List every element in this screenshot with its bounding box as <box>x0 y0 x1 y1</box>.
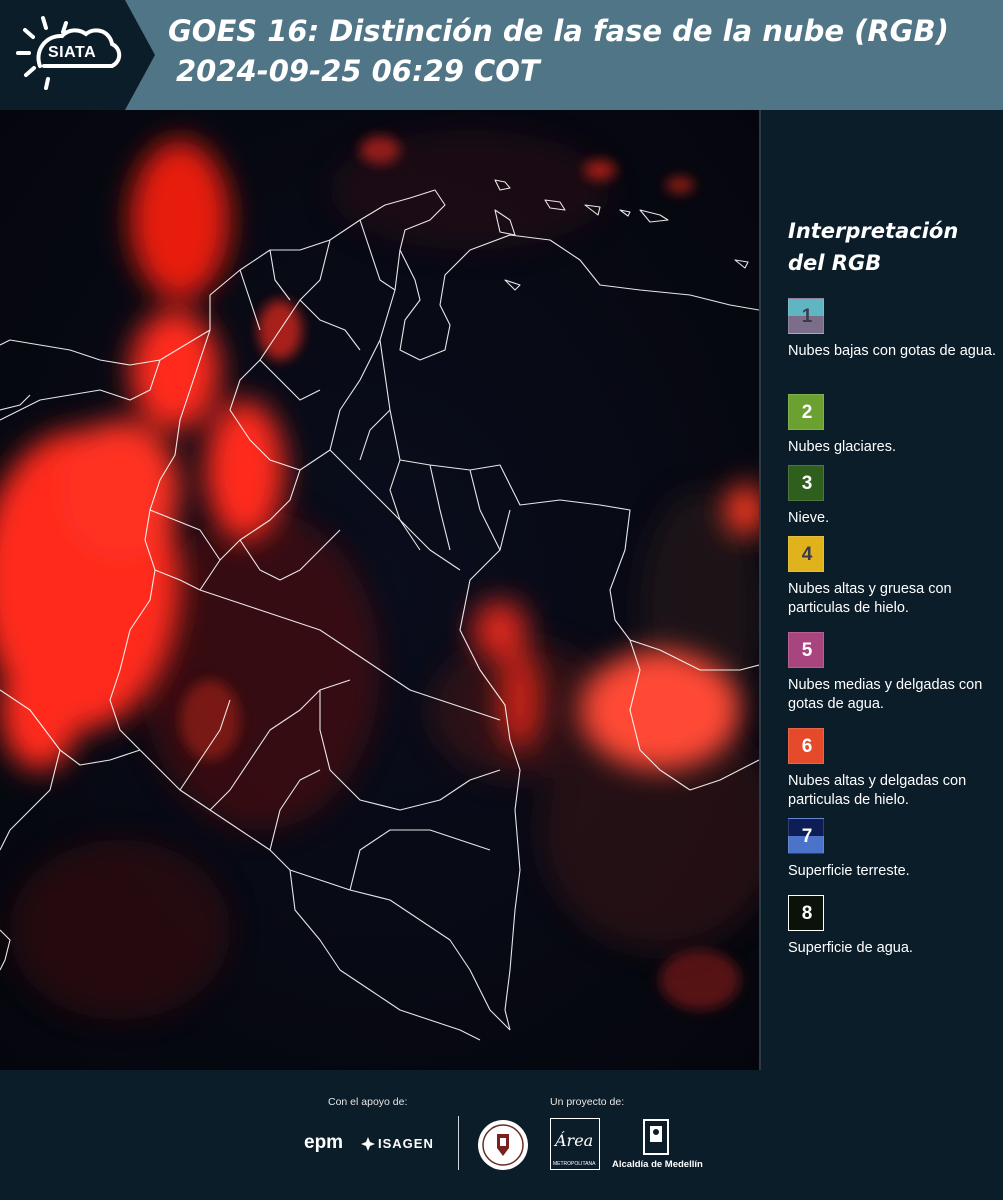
project-label: Un proyecto de: <box>550 1096 625 1108</box>
legend-item: 3 Nieve. <box>788 465 998 528</box>
legend-label: Nubes altas y gruesa con particulas de h… <box>788 581 952 616</box>
legend-label: Superficie de agua. <box>788 940 913 956</box>
satellite-image <box>0 110 759 1070</box>
legend-number: 8 <box>801 903 813 924</box>
legend-number: 4 <box>801 544 813 565</box>
legend-title-line2: del RGB <box>788 251 882 275</box>
legend-label: Nubes altas y delgadas con particulas de… <box>788 773 967 808</box>
legend-item: 5 Nubes medias y delgadas con gotas de ag… <box>788 632 998 714</box>
legend-label: Nubes glaciares. <box>788 439 896 455</box>
epm-logo: epm <box>304 1132 344 1153</box>
isagen-logo: ISAGEN <box>378 1136 434 1151</box>
legend-label: Nubes bajas con gotas de agua. <box>788 343 996 359</box>
legend-number: 6 <box>801 736 813 757</box>
legend-swatch: 5 <box>788 632 824 668</box>
legend-swatch: 2 <box>788 394 824 430</box>
legend-swatch: 1 <box>788 298 824 334</box>
area-logo-text: Área <box>555 1131 594 1150</box>
support-label: Con el apoyo de: <box>328 1096 408 1108</box>
area-logo-sub: METROPOLITANA <box>553 1161 596 1167</box>
legend-label: Nieve. <box>788 510 830 526</box>
page-timestamp: 2024-09-25 06:29 COT <box>176 54 540 88</box>
legend-swatch: 4 <box>788 536 824 572</box>
legend-title: Interpretación del RGB <box>788 215 988 279</box>
legend-number: 5 <box>801 640 813 661</box>
isagen-mark-icon <box>361 1137 375 1151</box>
legend-swatch: 6 <box>788 728 824 764</box>
legend-number: 1 <box>801 306 813 327</box>
legend-swatch: 3 <box>788 465 824 501</box>
header-bar: SIATA GOES 16: Distinción de la fase de … <box>0 0 1003 110</box>
footer: Con el apoyo de: Un proyecto de: epm ISA… <box>0 1070 1003 1200</box>
legend-item: 8 Superficie de agua. <box>788 895 998 958</box>
page-title: GOES 16: Distinción de la fase de la nub… <box>168 14 949 48</box>
legend-item: 7 Superficie terreste. <box>788 818 998 881</box>
footer-divider <box>458 1116 459 1170</box>
legend-swatch: 8 <box>788 895 824 931</box>
area-metropolitana-logo: Área METROPOLITANA <box>550 1118 600 1170</box>
legend-item: 1 Nubes bajas con gotas de agua. <box>788 298 998 361</box>
satellite-map <box>0 110 759 1070</box>
siata-logo: SIATA <box>0 0 155 110</box>
legend-label: Nubes medias y delgadas con gotas de agu… <box>788 677 983 712</box>
legend-title-line1: Interpretación <box>788 219 959 243</box>
government-seal-icon <box>478 1120 528 1170</box>
medellin-label: Alcaldía de Medellín <box>612 1159 703 1170</box>
legend-item: 6 Nubes altas y delgadas con particulas d… <box>788 728 998 810</box>
legend-number: 3 <box>801 473 813 494</box>
siata-logo-text: SIATA <box>48 44 97 61</box>
legend-number: 7 <box>801 826 813 847</box>
legend-swatch: 7 <box>788 818 824 854</box>
legend-number: 2 <box>801 402 813 423</box>
medellin-crest-icon <box>643 1119 669 1155</box>
legend-label: Superficie terreste. <box>788 863 910 879</box>
map-divider <box>759 110 761 1070</box>
legend-item: 4 Nubes altas y gruesa con particulas de … <box>788 536 998 618</box>
legend-item: 2 Nubes glaciares. <box>788 394 998 457</box>
